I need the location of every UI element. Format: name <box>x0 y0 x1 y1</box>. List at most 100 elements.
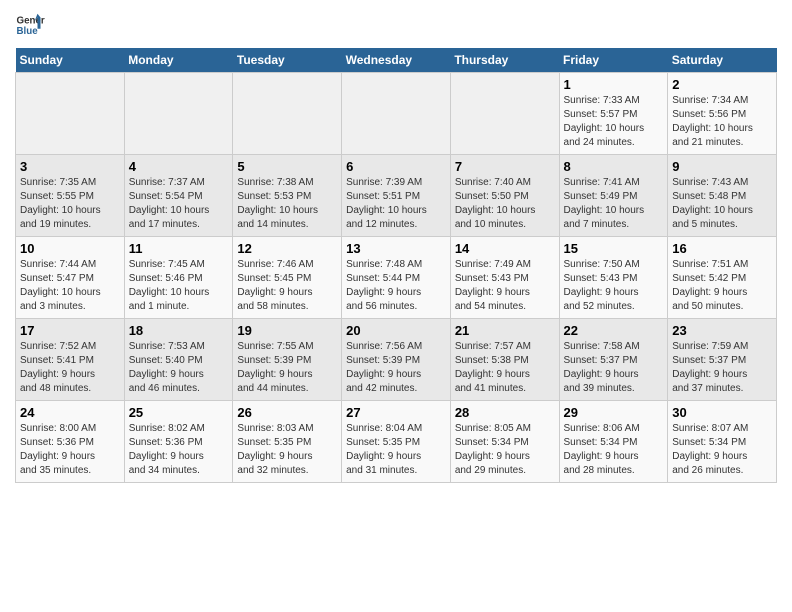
day-info: Sunrise: 7:34 AM Sunset: 5:56 PM Dayligh… <box>672 94 772 150</box>
day-info: Sunrise: 8:02 AM Sunset: 5:36 PM Dayligh… <box>129 422 229 478</box>
day-number: 24 <box>20 405 120 420</box>
day-info: Sunrise: 7:39 AM Sunset: 5:51 PM Dayligh… <box>346 176 446 232</box>
calendar-cell <box>233 73 342 155</box>
calendar-cell: 16 Sunrise: 7:51 AM Sunset: 5:42 PM Dayli… <box>668 237 777 319</box>
day-info: Sunrise: 8:07 AM Sunset: 5:34 PM Dayligh… <box>672 422 772 478</box>
day-number: 7 <box>455 159 555 174</box>
page-container: General Blue SundayMondayTuesdayWednesda… <box>0 0 792 493</box>
day-number: 25 <box>129 405 229 420</box>
weekday-header: Wednesday <box>342 48 451 73</box>
day-number: 1 <box>564 77 664 92</box>
calendar-cell: 3 Sunrise: 7:35 AM Sunset: 5:55 PM Daylig… <box>16 155 125 237</box>
day-number: 18 <box>129 323 229 338</box>
weekday-header: Tuesday <box>233 48 342 73</box>
calendar-cell: 17 Sunrise: 7:52 AM Sunset: 5:41 PM Dayli… <box>16 319 125 401</box>
calendar-cell: 12 Sunrise: 7:46 AM Sunset: 5:45 PM Dayli… <box>233 237 342 319</box>
day-info: Sunrise: 7:33 AM Sunset: 5:57 PM Dayligh… <box>564 94 664 150</box>
calendar-cell: 24Sunrise: 8:00 AM Sunset: 5:36 PM Dayli… <box>16 401 125 483</box>
calendar-cell: 10 Sunrise: 7:44 AM Sunset: 5:47 PM Dayli… <box>16 237 125 319</box>
day-number: 3 <box>20 159 120 174</box>
calendar-cell: 15Sunrise: 7:50 AM Sunset: 5:43 PM Dayli… <box>559 237 668 319</box>
day-number: 21 <box>455 323 555 338</box>
weekday-header: Thursday <box>450 48 559 73</box>
calendar-cell: 4 Sunrise: 7:37 AM Sunset: 5:54 PM Daylig… <box>124 155 233 237</box>
calendar-cell: 25 Sunrise: 8:02 AM Sunset: 5:36 PM Dayli… <box>124 401 233 483</box>
day-info: Sunrise: 7:35 AM Sunset: 5:55 PM Dayligh… <box>20 176 120 232</box>
day-info: Sunrise: 7:46 AM Sunset: 5:45 PM Dayligh… <box>237 258 337 314</box>
calendar-cell: 14Sunrise: 7:49 AM Sunset: 5:43 PM Dayli… <box>450 237 559 319</box>
calendar-cell: 23 Sunrise: 7:59 AM Sunset: 5:37 PM Dayli… <box>668 319 777 401</box>
calendar-cell: 7 Sunrise: 7:40 AM Sunset: 5:50 PM Daylig… <box>450 155 559 237</box>
day-number: 13 <box>346 241 446 256</box>
day-info: Sunrise: 7:44 AM Sunset: 5:47 PM Dayligh… <box>20 258 120 314</box>
day-info: Sunrise: 8:04 AM Sunset: 5:35 PM Dayligh… <box>346 422 446 478</box>
calendar-cell: 8Sunrise: 7:41 AM Sunset: 5:49 PM Daylig… <box>559 155 668 237</box>
calendar-week-row: 10 Sunrise: 7:44 AM Sunset: 5:47 PM Dayli… <box>16 237 777 319</box>
day-number: 6 <box>346 159 446 174</box>
day-number: 26 <box>237 405 337 420</box>
day-info: Sunrise: 8:06 AM Sunset: 5:34 PM Dayligh… <box>564 422 664 478</box>
day-number: 9 <box>672 159 772 174</box>
page-header: General Blue <box>15 10 777 40</box>
weekday-header: Sunday <box>16 48 125 73</box>
calendar-week-row: 3 Sunrise: 7:35 AM Sunset: 5:55 PM Daylig… <box>16 155 777 237</box>
svg-text:Blue: Blue <box>17 26 39 37</box>
weekday-header: Monday <box>124 48 233 73</box>
calendar-table: SundayMondayTuesdayWednesdayThursdayFrid… <box>15 48 777 483</box>
day-number: 4 <box>129 159 229 174</box>
day-number: 10 <box>20 241 120 256</box>
day-info: Sunrise: 7:55 AM Sunset: 5:39 PM Dayligh… <box>237 340 337 396</box>
day-number: 19 <box>237 323 337 338</box>
calendar-cell: 9 Sunrise: 7:43 AM Sunset: 5:48 PM Daylig… <box>668 155 777 237</box>
logo-icon: General Blue <box>15 10 45 40</box>
calendar-week-row: 1 Sunrise: 7:33 AM Sunset: 5:57 PM Daylig… <box>16 73 777 155</box>
day-info: Sunrise: 7:45 AM Sunset: 5:46 PM Dayligh… <box>129 258 229 314</box>
calendar-cell <box>342 73 451 155</box>
weekday-header: Friday <box>559 48 668 73</box>
weekday-header: Saturday <box>668 48 777 73</box>
calendar-cell: 27 Sunrise: 8:04 AM Sunset: 5:35 PM Dayli… <box>342 401 451 483</box>
logo: General Blue <box>15 10 51 40</box>
day-info: Sunrise: 7:37 AM Sunset: 5:54 PM Dayligh… <box>129 176 229 232</box>
day-info: Sunrise: 7:57 AM Sunset: 5:38 PM Dayligh… <box>455 340 555 396</box>
day-number: 23 <box>672 323 772 338</box>
day-number: 16 <box>672 241 772 256</box>
calendar-cell: 2Sunrise: 7:34 AM Sunset: 5:56 PM Daylig… <box>668 73 777 155</box>
day-number: 5 <box>237 159 337 174</box>
calendar-week-row: 24Sunrise: 8:00 AM Sunset: 5:36 PM Dayli… <box>16 401 777 483</box>
day-number: 11 <box>129 241 229 256</box>
day-info: Sunrise: 7:48 AM Sunset: 5:44 PM Dayligh… <box>346 258 446 314</box>
day-info: Sunrise: 7:51 AM Sunset: 5:42 PM Dayligh… <box>672 258 772 314</box>
day-number: 27 <box>346 405 446 420</box>
day-number: 28 <box>455 405 555 420</box>
day-number: 30 <box>672 405 772 420</box>
day-info: Sunrise: 7:53 AM Sunset: 5:40 PM Dayligh… <box>129 340 229 396</box>
day-info: Sunrise: 7:52 AM Sunset: 5:41 PM Dayligh… <box>20 340 120 396</box>
calendar-cell: 1 Sunrise: 7:33 AM Sunset: 5:57 PM Daylig… <box>559 73 668 155</box>
day-info: Sunrise: 7:50 AM Sunset: 5:43 PM Dayligh… <box>564 258 664 314</box>
day-number: 8 <box>564 159 664 174</box>
calendar-cell: 26 Sunrise: 8:03 AM Sunset: 5:35 PM Dayli… <box>233 401 342 483</box>
day-number: 17 <box>20 323 120 338</box>
day-info: Sunrise: 7:43 AM Sunset: 5:48 PM Dayligh… <box>672 176 772 232</box>
day-number: 14 <box>455 241 555 256</box>
day-info: Sunrise: 7:38 AM Sunset: 5:53 PM Dayligh… <box>237 176 337 232</box>
calendar-cell: 22 Sunrise: 7:58 AM Sunset: 5:37 PM Dayli… <box>559 319 668 401</box>
calendar-cell: 29Sunrise: 8:06 AM Sunset: 5:34 PM Dayli… <box>559 401 668 483</box>
calendar-cell: 11 Sunrise: 7:45 AM Sunset: 5:46 PM Dayli… <box>124 237 233 319</box>
calendar-cell <box>124 73 233 155</box>
calendar-cell: 19 Sunrise: 7:55 AM Sunset: 5:39 PM Dayli… <box>233 319 342 401</box>
day-number: 20 <box>346 323 446 338</box>
day-info: Sunrise: 7:56 AM Sunset: 5:39 PM Dayligh… <box>346 340 446 396</box>
calendar-cell: 5 Sunrise: 7:38 AM Sunset: 5:53 PM Daylig… <box>233 155 342 237</box>
day-number: 12 <box>237 241 337 256</box>
day-info: Sunrise: 7:59 AM Sunset: 5:37 PM Dayligh… <box>672 340 772 396</box>
day-info: Sunrise: 8:03 AM Sunset: 5:35 PM Dayligh… <box>237 422 337 478</box>
day-info: Sunrise: 7:40 AM Sunset: 5:50 PM Dayligh… <box>455 176 555 232</box>
day-info: Sunrise: 7:58 AM Sunset: 5:37 PM Dayligh… <box>564 340 664 396</box>
day-info: Sunrise: 8:05 AM Sunset: 5:34 PM Dayligh… <box>455 422 555 478</box>
calendar-cell: 20 Sunrise: 7:56 AM Sunset: 5:39 PM Dayli… <box>342 319 451 401</box>
svg-text:General: General <box>17 16 46 27</box>
calendar-cell: 28 Sunrise: 8:05 AM Sunset: 5:34 PM Dayli… <box>450 401 559 483</box>
day-number: 22 <box>564 323 664 338</box>
